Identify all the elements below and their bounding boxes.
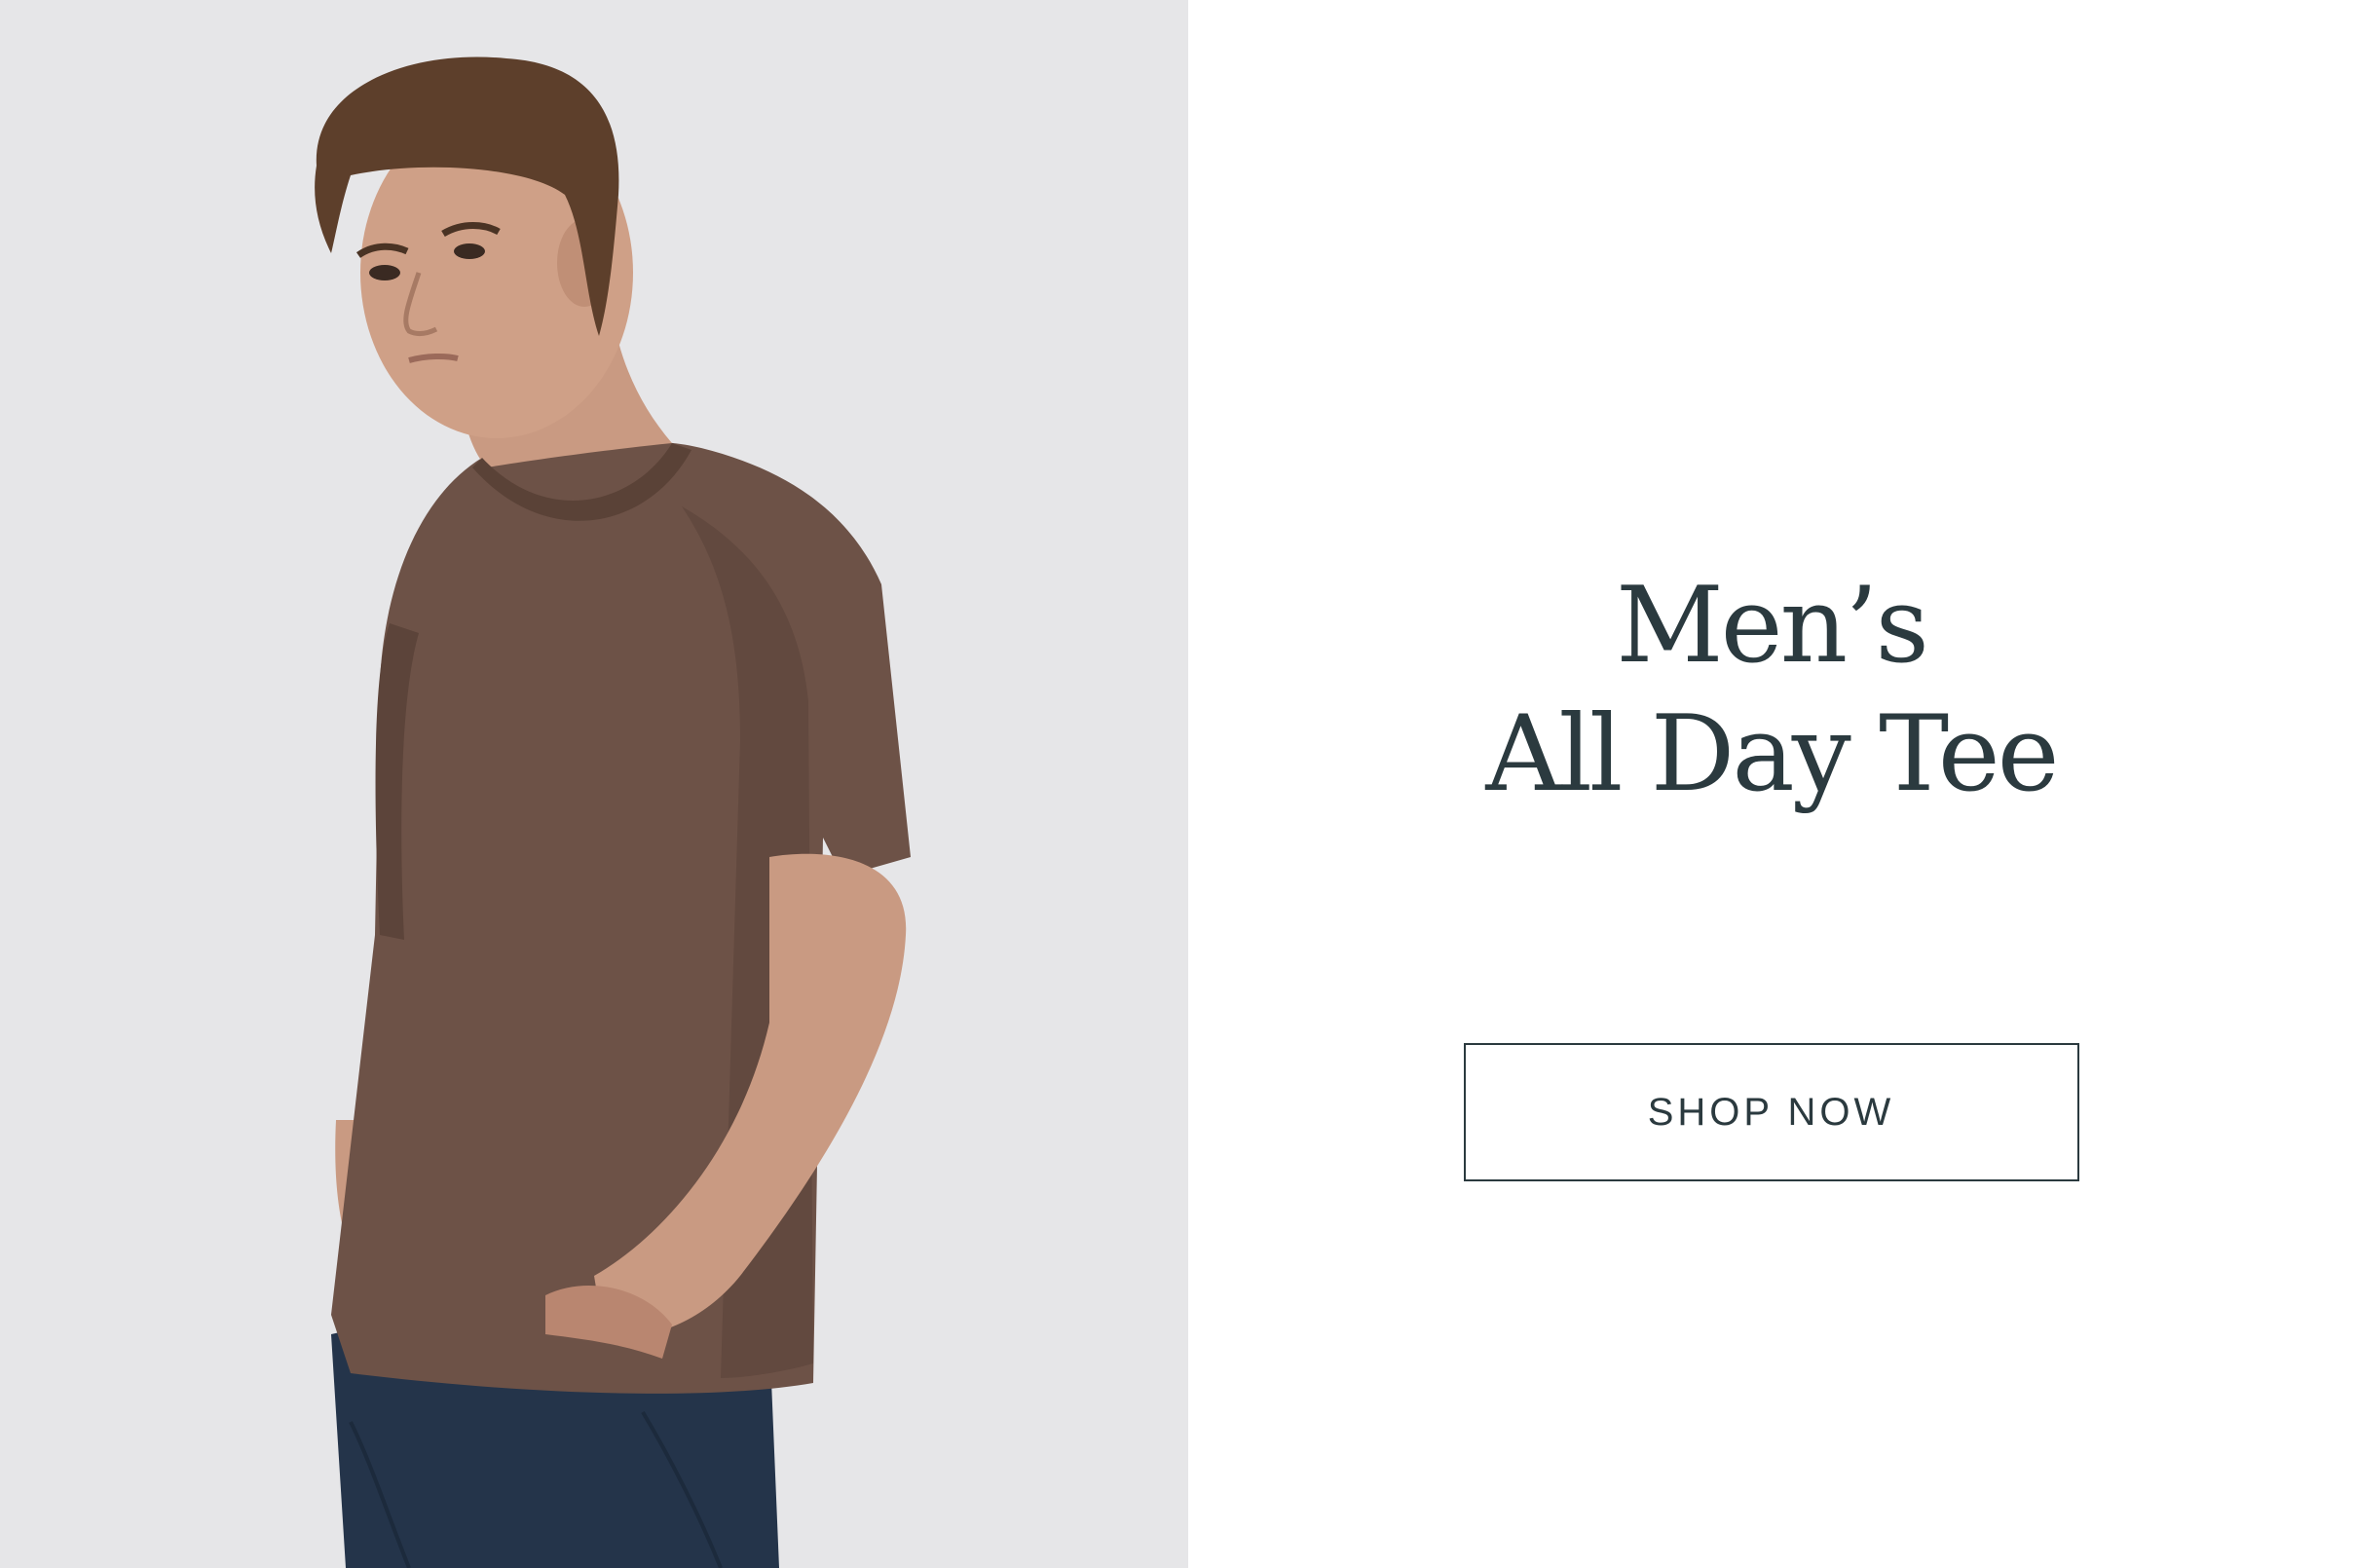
product-title-line-2: All Day Tee xyxy=(1485,693,2059,815)
product-title-line-1: Men’s xyxy=(1616,565,1929,687)
product-model-photo xyxy=(0,0,1188,1568)
promo-content: Men’s All Day Tee SHOP NOW xyxy=(1188,0,2354,1568)
model-photo-illustration xyxy=(0,0,1188,1568)
hero-banner: Men’s All Day Tee SHOP NOW xyxy=(0,0,2354,1568)
product-title: Men’s All Day Tee xyxy=(1485,562,2059,819)
shop-now-button[interactable]: SHOP NOW xyxy=(1463,1043,2079,1182)
